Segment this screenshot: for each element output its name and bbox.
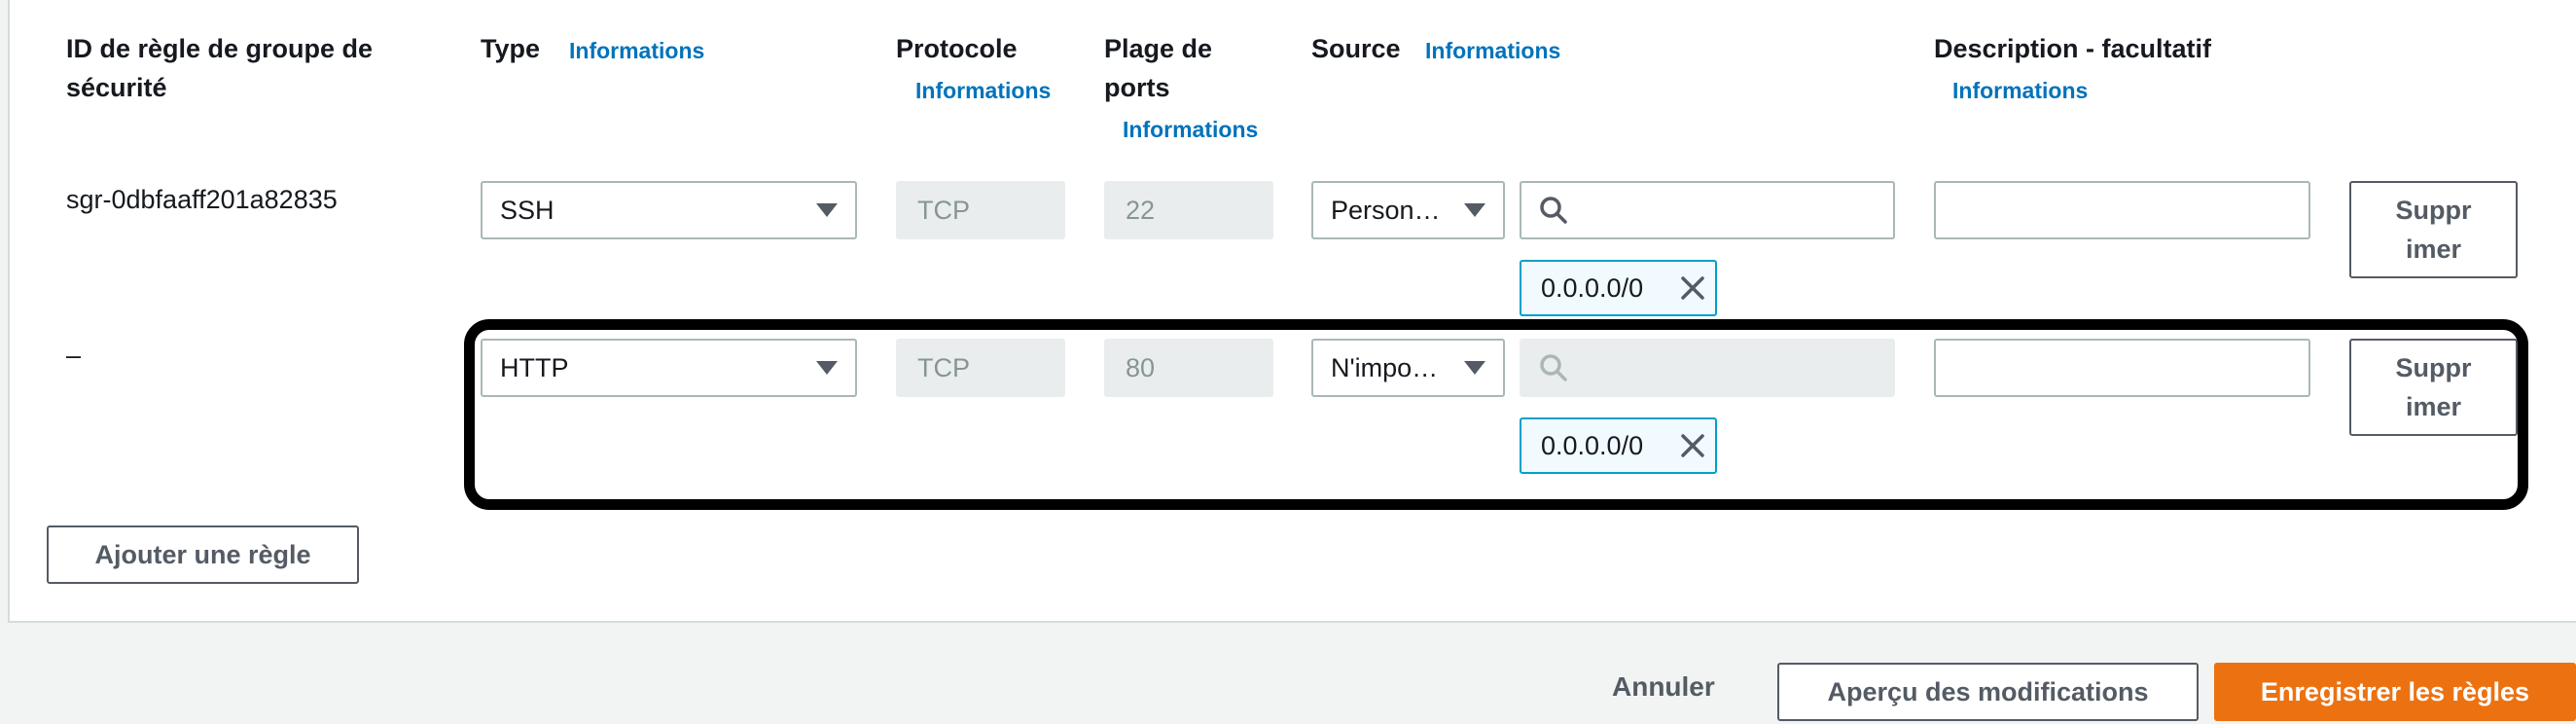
close-icon[interactable]: [1680, 433, 1705, 458]
caret-down-icon: [816, 203, 838, 217]
source-type-select[interactable]: Person…: [1311, 181, 1505, 239]
type-select-value: HTTP: [500, 352, 569, 382]
header-type: Type: [481, 34, 541, 63]
caret-down-icon: [1464, 203, 1485, 217]
protocol-info-link[interactable]: Informations: [915, 71, 1051, 110]
add-rule-label: Ajouter une règle: [94, 539, 311, 569]
description-input[interactable]: [1934, 181, 2310, 239]
type-select[interactable]: SSH: [481, 181, 857, 239]
cidr-token: 0.0.0.0/0: [1520, 260, 1717, 316]
search-icon: [1540, 354, 1567, 381]
delete-rule-label: Suppr imer: [2395, 196, 2472, 264]
header-description: Description - facultatif: [1934, 34, 2212, 63]
cidr-token-label: 0.0.0.0/0: [1541, 272, 1644, 303]
type-select-value: SSH: [500, 195, 555, 225]
header-port-range: Plage de ports: [1104, 34, 1213, 102]
caret-down-icon: [816, 361, 838, 375]
protocol-field: TCP: [896, 181, 1065, 239]
preview-changes-label: Aperçu des modifications: [1827, 676, 2149, 706]
add-rule-button[interactable]: Ajouter une règle: [47, 525, 359, 584]
source-info-link[interactable]: Informations: [1425, 31, 1560, 70]
source-type-value: Person…: [1331, 195, 1441, 225]
port-range-value: 80: [1126, 352, 1156, 382]
save-rules-button[interactable]: Enregistrer les règles: [2214, 663, 2576, 721]
close-icon[interactable]: [1680, 275, 1705, 301]
source-type-select[interactable]: N'impo…: [1311, 339, 1505, 397]
port-range-field: 80: [1104, 339, 1273, 397]
protocol-value: TCP: [917, 195, 970, 225]
source-search-input[interactable]: [1520, 181, 1895, 239]
rule-id-cell: –: [66, 341, 82, 370]
description-info-link[interactable]: Informations: [1952, 71, 2088, 110]
delete-rule-label: Suppr imer: [2395, 353, 2472, 421]
save-rules-label: Enregistrer les règles: [2260, 676, 2530, 706]
header-source: Source: [1311, 34, 1401, 63]
cidr-token-label: 0.0.0.0/0: [1541, 430, 1644, 460]
header-rule-id: ID de règle de groupe de sécurité: [66, 34, 374, 102]
rule-id-cell: sgr-0dbfaaff201a82835: [66, 185, 338, 214]
delete-rule-button[interactable]: Suppr imer: [2349, 181, 2518, 278]
header-protocol: Protocole: [896, 34, 1018, 63]
source-search-input: [1520, 339, 1895, 397]
preview-changes-button[interactable]: Aperçu des modifications: [1777, 663, 2199, 721]
cidr-token: 0.0.0.0/0: [1520, 417, 1717, 474]
cancel-button[interactable]: Annuler: [1612, 671, 1715, 703]
type-select[interactable]: HTTP: [481, 339, 857, 397]
caret-down-icon: [1464, 361, 1485, 375]
source-type-value: N'impo…: [1331, 352, 1439, 382]
protocol-field: TCP: [896, 339, 1065, 397]
description-input[interactable]: [1934, 339, 2310, 397]
protocol-value: TCP: [917, 352, 970, 382]
port-range-field: 22: [1104, 181, 1273, 239]
type-info-link[interactable]: Informations: [569, 31, 704, 70]
delete-rule-button[interactable]: Suppr imer: [2349, 339, 2518, 436]
port-range-value: 22: [1126, 195, 1156, 225]
port-range-info-link[interactable]: Informations: [1123, 110, 1258, 149]
search-icon: [1540, 197, 1567, 224]
